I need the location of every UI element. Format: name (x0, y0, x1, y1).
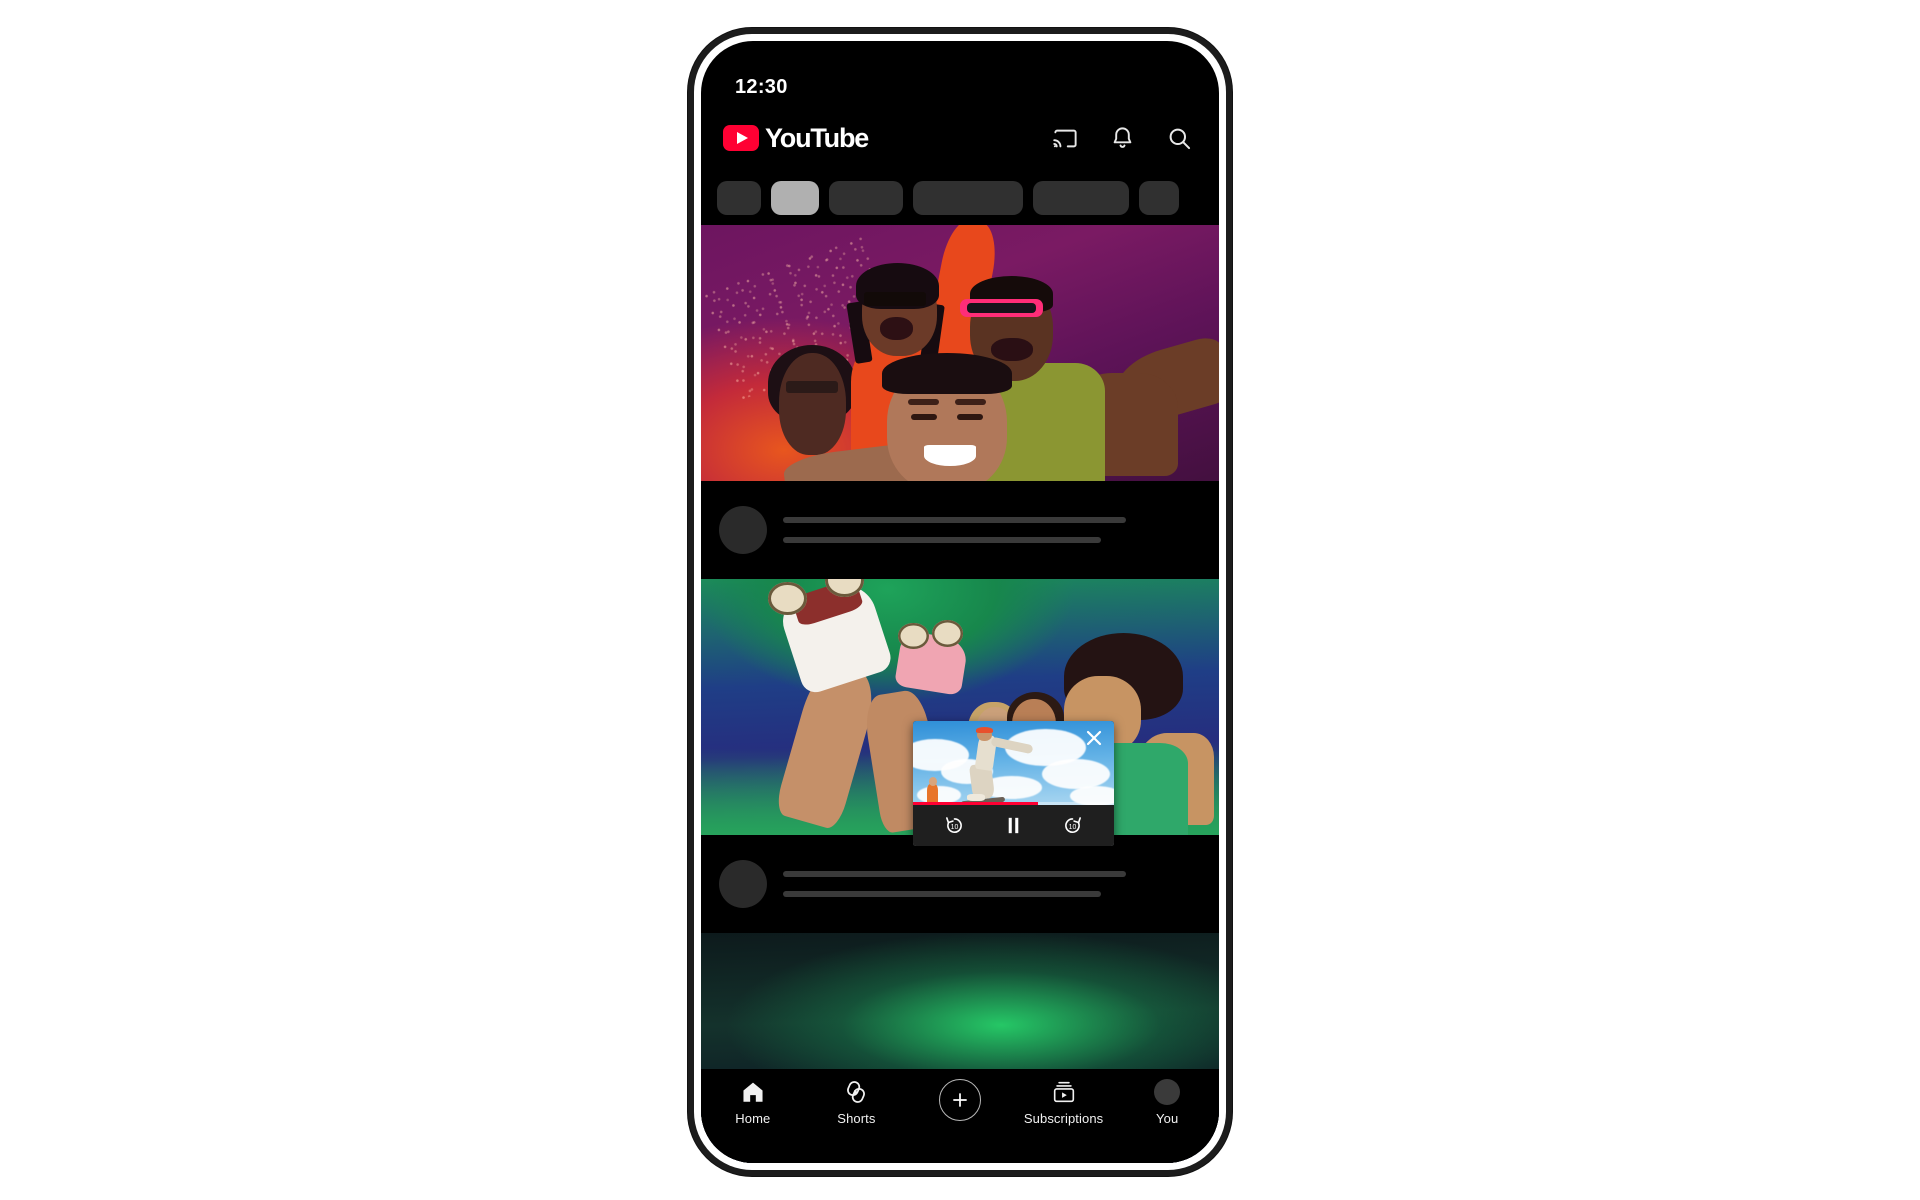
video-title-placeholder (783, 517, 1126, 523)
nav-item-home[interactable]: Home (701, 1079, 805, 1126)
phone-bezel: 12:30 YouTube 10 10 Home Shorts Subscrip… (694, 34, 1226, 1170)
cast-icon[interactable] (1052, 125, 1079, 152)
phone-screen: 12:30 YouTube 10 10 Home Shorts Subscrip… (701, 41, 1219, 1163)
shorts-icon (843, 1079, 869, 1105)
pause-icon[interactable] (1002, 814, 1025, 837)
account-avatar-icon (1154, 1079, 1181, 1105)
phone-frame: 12:30 YouTube 10 10 Home Shorts Subscrip… (688, 28, 1232, 1176)
nav-item-subscriptions[interactable]: Subscriptions (1012, 1079, 1116, 1126)
channel-avatar[interactable] (719, 506, 767, 554)
video-text-placeholders (783, 871, 1201, 897)
category-chip[interactable] (829, 181, 903, 215)
category-chip[interactable] (913, 181, 1023, 215)
replay-10-icon[interactable]: 10 (943, 814, 966, 837)
home-icon (740, 1079, 766, 1105)
subscriptions-icon (1051, 1079, 1077, 1105)
youtube-play-badge-icon (723, 125, 759, 151)
video-title-placeholder (783, 871, 1126, 877)
svg-text:10: 10 (951, 824, 959, 831)
bottom-navigation-bar: Home Shorts Subscriptions You (701, 1069, 1219, 1163)
youtube-wordmark: YouTube (765, 122, 869, 153)
status-bar: 12:30 (701, 41, 1219, 105)
video-subtitle-placeholder (783, 537, 1101, 543)
search-icon[interactable] (1166, 125, 1193, 152)
close-icon[interactable] (1082, 726, 1106, 750)
app-bar-actions (1052, 125, 1193, 152)
video-subtitle-placeholder (783, 891, 1101, 897)
youtube-logo[interactable]: YouTube (723, 122, 869, 154)
forward-10-icon[interactable]: 10 (1061, 814, 1084, 837)
nav-label-subscriptions: Subscriptions (1023, 1111, 1104, 1126)
thumbnail-art (701, 225, 1219, 481)
nav-item-create[interactable] (908, 1079, 1012, 1121)
video-meta-row[interactable] (701, 835, 1219, 933)
plus-icon[interactable] (938, 1079, 981, 1121)
video-meta-row[interactable] (701, 481, 1219, 579)
category-chip-row[interactable] (701, 171, 1219, 225)
picture-in-picture-player[interactable]: 10 10 (913, 721, 1114, 846)
pip-controls: 10 10 (913, 805, 1114, 846)
svg-text:10: 10 (1069, 824, 1077, 831)
nav-label-home: Home (735, 1111, 771, 1126)
bell-icon[interactable] (1109, 125, 1136, 152)
nav-label-shorts: Shorts (837, 1111, 876, 1126)
video-thumbnail-friends[interactable] (701, 225, 1219, 481)
nav-item-shorts[interactable]: Shorts (805, 1079, 909, 1126)
category-chip[interactable] (717, 181, 761, 215)
channel-avatar[interactable] (719, 860, 767, 908)
nav-item-you[interactable]: You (1115, 1079, 1219, 1126)
category-chip-selected[interactable] (771, 181, 819, 215)
video-card[interactable] (701, 225, 1219, 579)
video-feed (701, 225, 1219, 1163)
app-top-bar: YouTube (701, 105, 1219, 171)
status-bar-time: 12:30 (735, 76, 788, 98)
video-text-placeholders (783, 517, 1201, 543)
nav-label-you: You (1156, 1111, 1179, 1126)
category-chip[interactable] (1033, 181, 1129, 215)
category-chip[interactable] (1139, 181, 1179, 215)
